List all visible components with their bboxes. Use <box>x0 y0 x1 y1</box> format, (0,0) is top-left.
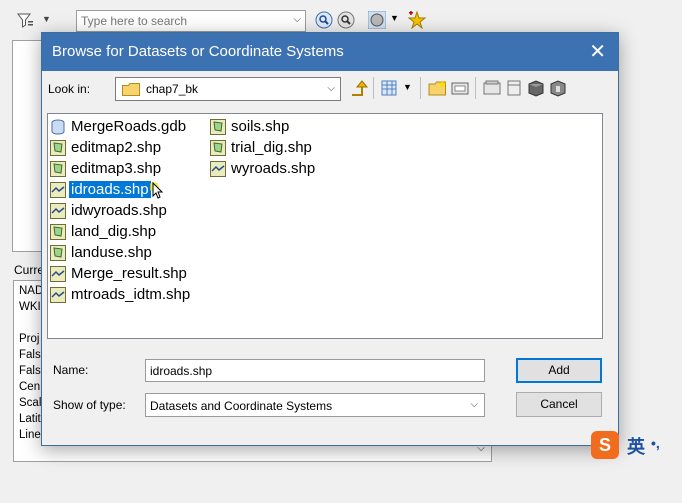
server-icon[interactable] <box>526 79 546 97</box>
file-name: idwyroads.shp <box>71 202 167 219</box>
polygon-shapefile-icon <box>210 119 226 135</box>
file-name: editmap3.shp <box>71 160 162 177</box>
connect-folder-icon[interactable] <box>450 79 470 97</box>
current-line: Scal <box>19 397 42 409</box>
catalog-icon[interactable] <box>482 79 502 97</box>
current-line: Cen <box>19 381 41 393</box>
current-line: WKI <box>19 301 41 313</box>
filter-dropdown-icon[interactable]: ▼ <box>42 14 51 24</box>
geodatabase-icon <box>50 119 66 135</box>
dialog-titlebar[interactable]: Browse for Datasets or Coordinate System… <box>42 33 618 71</box>
background-tree-panel <box>12 40 43 252</box>
file-name: idroads.shp <box>68 180 152 199</box>
globe-dropdown-icon[interactable]: ▼ <box>390 13 399 23</box>
show-of-type-label: Show of type: <box>53 398 126 412</box>
chevron-down-icon[interactable]: ⌵ <box>293 14 301 25</box>
database-icon[interactable] <box>504 79 524 97</box>
close-icon[interactable]: ✕ <box>589 39 606 64</box>
name-input[interactable]: idroads.shp <box>145 359 485 382</box>
toolbar-separator <box>420 77 421 99</box>
file-name: editmap2.shp <box>71 139 162 156</box>
polygon-shapefile-icon <box>50 140 66 156</box>
polygon-shapefile-icon <box>50 161 66 177</box>
line-shapefile-icon <box>50 287 66 303</box>
add-favorite-icon[interactable] <box>408 11 426 29</box>
line-shapefile-icon <box>50 266 66 282</box>
name-label: Name: <box>53 363 89 377</box>
search-input[interactable]: Type here to search ⌵ <box>76 10 306 32</box>
search-options-icon[interactable] <box>337 11 355 29</box>
look-in-dropdown[interactable]: chap7_bk ⌵ <box>115 77 341 101</box>
line-shapefile-icon <box>50 182 66 198</box>
view-dropdown-icon[interactable]: ▼ <box>403 82 412 92</box>
name-value: idroads.shp <box>150 364 213 378</box>
mouse-cursor-icon <box>150 182 164 199</box>
look-in-value: chap7_bk <box>146 82 199 96</box>
line-shapefile-icon <box>50 203 66 219</box>
punctuation-icon: •, <box>651 435 660 451</box>
file-name: trial_dig.shp <box>231 139 312 156</box>
polygon-shapefile-icon <box>210 140 226 156</box>
folder-icon <box>122 83 140 96</box>
current-line: Fals <box>19 365 41 377</box>
line-shapefile-icon <box>210 161 226 177</box>
toolbar-separator <box>373 77 374 99</box>
current-line: Line <box>19 429 41 441</box>
add-button[interactable]: Add <box>516 358 602 383</box>
current-line: NAD <box>19 285 44 297</box>
file-list[interactable]: MergeRoads.gdb editmap2.shp editmap3.shp id… <box>47 113 603 339</box>
show-of-type-dropdown[interactable]: Datasets and Coordinate Systems ⌵ <box>145 393 485 417</box>
sogou-logo-icon: S <box>591 431 619 459</box>
file-name: Merge_result.shp <box>71 265 187 282</box>
up-one-level-icon[interactable] <box>349 79 369 97</box>
file-name: MergeRoads.gdb <box>71 118 187 135</box>
file-name: soils.shp <box>231 118 290 135</box>
view-list-icon[interactable] <box>380 79 400 97</box>
current-label: Curre <box>14 263 45 277</box>
file-name: landuse.shp <box>71 244 152 261</box>
chevron-down-icon[interactable]: ⌵ <box>327 83 335 94</box>
new-folder-icon[interactable] <box>428 79 448 97</box>
look-in-label: Look in: <box>48 82 91 96</box>
current-line: Fals <box>19 349 41 361</box>
globe-icon[interactable] <box>368 11 386 29</box>
dialog-title: Browse for Datasets or Coordinate System… <box>52 43 344 60</box>
toolbox-icon[interactable] <box>548 79 568 97</box>
search-placeholder: Type here to search <box>81 14 188 28</box>
current-line: Proj <box>19 333 40 345</box>
file-name: mtroads_idtm.shp <box>71 286 191 303</box>
search-icon[interactable] <box>315 11 333 29</box>
file-name: wyroads.shp <box>231 160 316 177</box>
file-name: land_dig.shp <box>71 223 157 240</box>
chevron-down-icon[interactable]: ⌵ <box>470 399 478 410</box>
ime-indicator[interactable]: S 英 •, <box>587 429 682 461</box>
show-of-type-value: Datasets and Coordinate Systems <box>150 399 333 413</box>
cancel-button[interactable]: Cancel <box>516 392 602 417</box>
current-line: Latit <box>19 413 41 425</box>
toolbar-separator <box>475 77 476 99</box>
polygon-shapefile-icon <box>50 245 66 261</box>
ime-language: 英 <box>627 437 645 457</box>
filter-icon[interactable] <box>16 11 34 29</box>
polygon-shapefile-icon <box>50 224 66 240</box>
browse-dialog: Browse for Datasets or Coordinate System… <box>41 32 619 446</box>
